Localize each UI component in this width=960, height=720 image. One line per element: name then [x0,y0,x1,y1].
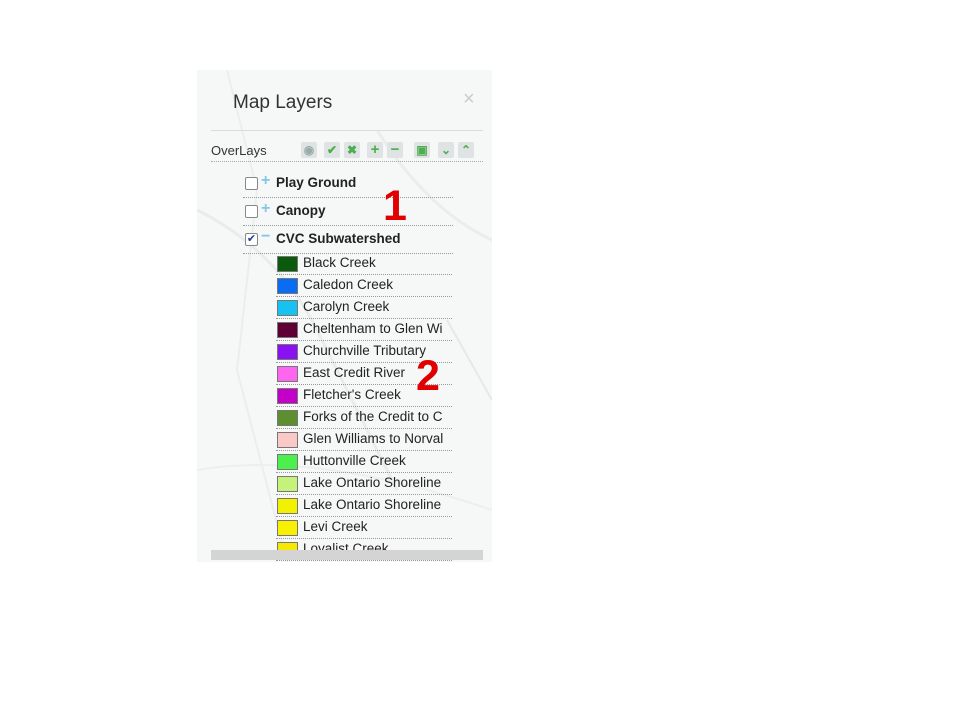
legend-swatch [277,344,298,360]
annotation-number-1: 1 [383,182,407,230]
layer-tree: + Play Ground + Canopy ✔ − CVC Subwaters… [243,170,453,254]
globe-icon[interactable]: ◉ [301,142,317,158]
legend-label: Forks of the Credit to C [303,409,443,424]
expand-plus-icon[interactable]: + [261,200,270,218]
overlays-toolbar: OverLays ◉ ✔ ✖ + − ▣ ⌄ ⌃ [211,140,483,162]
annotation-number-2: 2 [416,352,440,400]
legend-swatch [277,476,298,492]
legend-swatch [277,432,298,448]
check-icon[interactable]: ✔ [324,142,340,158]
legend-label: Black Creek [303,255,376,270]
overlays-label: OverLays [211,143,267,158]
layer-label: Play Ground [276,175,357,190]
layer-checkbox-checked[interactable]: ✔ [245,233,258,246]
legend-label: Caledon Creek [303,277,394,292]
chevron-down-icon[interactable]: ⌄ [438,142,454,158]
expand-plus-icon[interactable]: + [261,172,270,190]
chevron-up-icon[interactable]: ⌃ [458,142,474,158]
legend-swatch [277,300,298,316]
legend-label: Glen Williams to Norval [303,431,444,446]
legend-label: Fletcher's Creek [303,387,401,402]
legend-label: Huttonville Creek [303,453,406,468]
legend-swatch [277,388,298,404]
legend-item: Huttonville Creek [276,451,452,473]
legend-item: Forks of the Credit to C [276,407,452,429]
legend-swatch [277,410,298,426]
layer-checkbox[interactable] [245,205,258,218]
minus-icon[interactable]: − [387,142,403,158]
layer-label: Canopy [276,203,326,218]
legend-item: Glen Williams to Norval [276,429,452,451]
legend-item: Caledon Creek [276,275,452,297]
legend-label: Lake Ontario Shoreline [303,497,442,512]
close-icon[interactable]: × [463,88,475,111]
legend-label: Levi Creek [303,519,368,534]
legend-swatch [277,256,298,272]
toolbar-divider [211,161,483,162]
legend-item: Black Creek [276,253,452,275]
plus-icon[interactable]: + [367,142,383,158]
legend-label: Churchville Tributary [303,343,427,358]
subwatershed-legend: Black Creek Caledon Creek Carolyn Creek Che… [276,253,452,561]
map-layers-panel: Map Layers × OverLays ◉ ✔ ✖ + − ▣ ⌄ ⌃ + … [197,70,492,562]
layer-node-canopy[interactable]: + Canopy [243,198,453,226]
layer-node-cvc-subwatershed[interactable]: ✔ − CVC Subwatershed [243,226,453,254]
legend-swatch [277,278,298,294]
legend-swatch [277,366,298,382]
legend-swatch [277,498,298,514]
legend-swatch [277,322,298,338]
legend-label: Lake Ontario Shoreline [303,475,442,490]
x-icon[interactable]: ✖ [344,142,360,158]
panel-header: Map Layers × [197,70,492,130]
legend-swatch [277,520,298,536]
legend-label: East Credit River [303,365,406,380]
legend-item: Cheltenham to Glen Wi [276,319,452,341]
layer-label: CVC Subwatershed [276,231,401,246]
legend-swatch [277,454,298,470]
horizontal-scrollbar[interactable] [211,550,483,560]
legend-label: Carolyn Creek [303,299,390,314]
save-icon[interactable]: ▣ [414,142,430,158]
legend-item: Lake Ontario Shoreline [276,473,452,495]
legend-item: Lake Ontario Shoreline [276,495,452,517]
legend-item: Carolyn Creek [276,297,452,319]
layer-node-play-ground[interactable]: + Play Ground [243,170,453,198]
collapse-minus-icon[interactable]: − [261,228,270,246]
legend-label: Cheltenham to Glen Wi [303,321,443,336]
panel-title: Map Layers [233,92,333,113]
layer-checkbox[interactable] [245,177,258,190]
legend-item: Levi Creek [276,517,452,539]
header-divider [211,130,483,131]
